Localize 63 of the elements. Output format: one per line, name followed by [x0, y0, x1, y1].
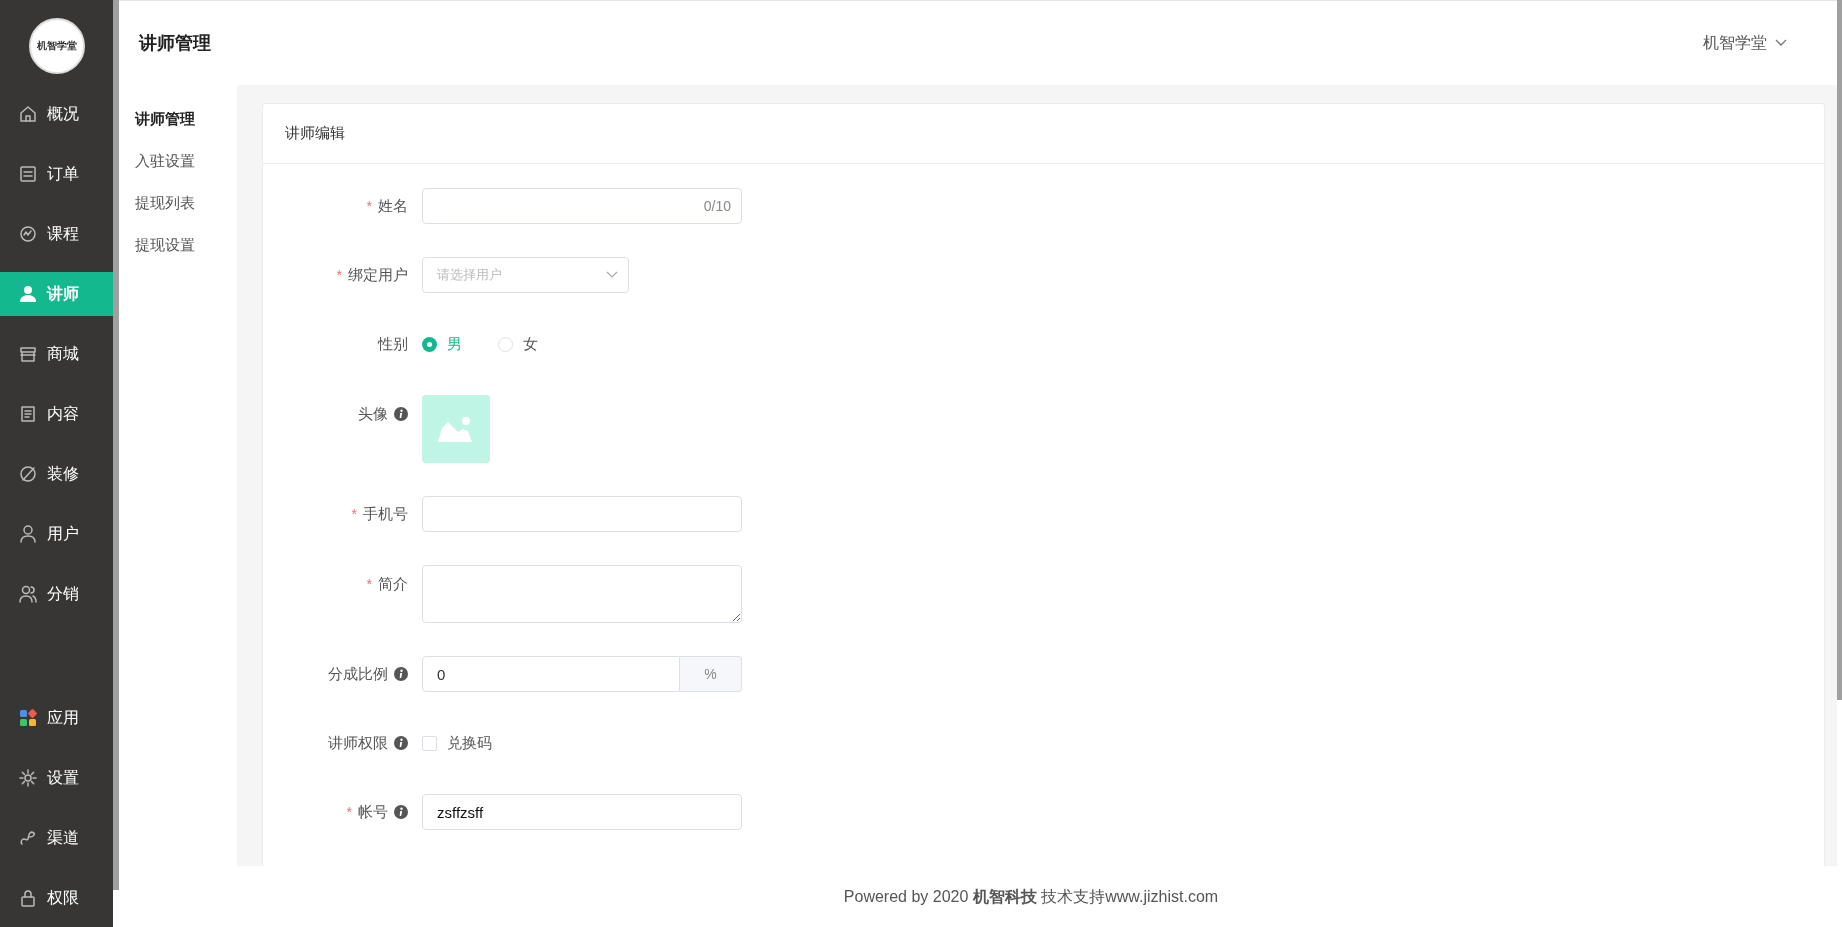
- sidebar-item[interactable]: 装修: [0, 452, 113, 496]
- logo-text: 机智学堂: [36, 41, 77, 51]
- page-title: 讲师管理: [139, 31, 211, 55]
- field-label: 分成比例: [328, 663, 388, 684]
- field-label: 手机号: [363, 503, 408, 524]
- sidebar-item[interactable]: 设置: [0, 756, 113, 800]
- text-field[interactable]: zsffzsff: [422, 794, 742, 830]
- chevron-down-icon: [1775, 39, 1787, 47]
- unit-suffix: %: [680, 656, 742, 692]
- chat-chart-icon: [18, 224, 38, 244]
- percentage-field[interactable]: 0: [422, 656, 680, 692]
- checkbox[interactable]: [422, 735, 437, 751]
- home-icon: [18, 104, 38, 124]
- account-dropdown[interactable]: 机智学堂: [1703, 31, 1787, 55]
- card-title: 讲师编辑: [285, 123, 345, 144]
- field-label: 帐号: [358, 801, 388, 822]
- sidebar-item[interactable]: 课程: [0, 212, 113, 256]
- subnav-link[interactable]: 提现设置: [135, 229, 237, 261]
- image-upload[interactable]: [422, 395, 490, 463]
- field-label: 简介: [378, 574, 408, 594]
- checkbox-option[interactable]: 兑换码: [422, 731, 492, 755]
- sidebar-item[interactable]: 用户: [0, 512, 113, 556]
- subnav-link[interactable]: 提现列表: [135, 187, 237, 219]
- sidebar-item[interactable]: 概况: [0, 92, 113, 136]
- link-icon: [18, 828, 38, 848]
- sidebar-item[interactable]: 内容: [0, 392, 113, 436]
- sidebar-item[interactable]: 渠道: [0, 816, 113, 860]
- field-label: 性别: [378, 333, 408, 354]
- field-label: 讲师权限: [328, 732, 388, 753]
- required-asterisk: *: [366, 574, 372, 594]
- document-icon: [18, 404, 38, 424]
- settings-icon: [18, 768, 38, 788]
- chevron-down-icon: [606, 271, 618, 279]
- subnav-link[interactable]: 入驻设置: [135, 145, 237, 177]
- sidebar-item[interactable]: 权限: [0, 876, 113, 920]
- radio-button[interactable]: [422, 336, 437, 352]
- field-label: 头像: [358, 404, 388, 424]
- sidebar-item[interactable]: 订单: [0, 152, 113, 196]
- field-label: 姓名: [378, 195, 408, 216]
- users-icon: [18, 584, 38, 604]
- text-field[interactable]: [422, 496, 742, 532]
- sidebar-item[interactable]: 分销: [0, 572, 113, 616]
- required-asterisk: *: [351, 504, 357, 524]
- radio-button[interactable]: [498, 336, 513, 352]
- textarea-field[interactable]: [422, 565, 742, 623]
- field-label: 绑定用户: [348, 264, 408, 285]
- subnav-link[interactable]: 讲师管理: [135, 103, 237, 135]
- sidebar-item[interactable]: 应用: [0, 696, 113, 740]
- receipt-icon: [18, 164, 38, 184]
- radio-option[interactable]: 女: [498, 332, 538, 356]
- required-asterisk: *: [336, 265, 342, 285]
- person-icon: [18, 284, 38, 304]
- required-asterisk: *: [346, 802, 352, 822]
- sidebar-item[interactable]: 商城: [0, 332, 113, 376]
- footer-text: Powered by 2020 机智科技 技术支持www.jizhist.com: [843, 886, 1219, 907]
- apps-icon: [18, 708, 38, 728]
- store-icon: [18, 344, 38, 364]
- character-counter: 0/10: [703, 196, 731, 216]
- name-field[interactable]: 0/10: [422, 188, 742, 224]
- image-icon: [438, 416, 474, 442]
- required-asterisk: *: [366, 196, 372, 216]
- lock-icon: [18, 888, 38, 908]
- user-icon: [18, 524, 38, 544]
